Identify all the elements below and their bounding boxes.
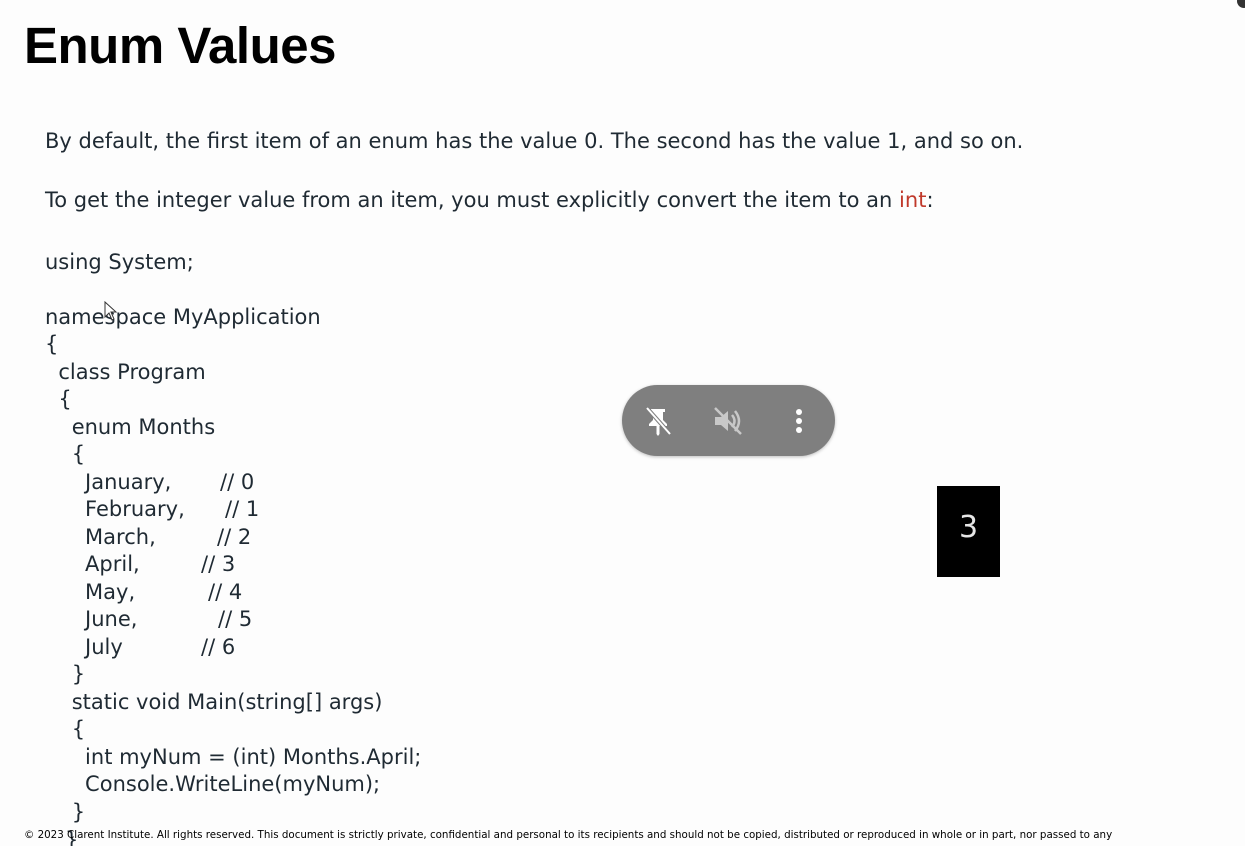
enum-member: February, — [45, 497, 185, 521]
code-line-main: static void Main(string[] args) — [45, 690, 383, 714]
enum-member-line: April, // 3 — [45, 551, 235, 578]
enum-member-line: February, // 1 — [45, 496, 259, 523]
code-line-class: class Program — [45, 360, 206, 384]
paragraph-text: To get the integer value from an item, y… — [45, 188, 900, 212]
enum-comment: // 6 — [201, 635, 236, 659]
unmute-button[interactable] — [710, 403, 746, 439]
enum-member-line: May, // 4 — [45, 579, 242, 606]
enum-member: April, — [45, 552, 140, 576]
code-line-brace: } — [45, 800, 86, 824]
mouse-cursor-icon — [104, 301, 118, 321]
enum-member: March, — [45, 525, 156, 549]
enum-member-line: June, // 5 — [45, 606, 252, 633]
output-value: 3 — [958, 510, 979, 545]
enum-member: January, — [45, 470, 172, 494]
enum-member: May, — [45, 580, 136, 604]
code-line-brace: } — [45, 662, 86, 686]
code-line-namespace: namespace MyApplication — [45, 305, 321, 329]
enum-comment: // 3 — [201, 552, 236, 576]
code-line-brace: { — [45, 717, 86, 741]
enum-member: July — [45, 635, 123, 659]
more-vertical-icon — [796, 409, 802, 433]
unpin-button[interactable] — [640, 403, 676, 439]
copyright-footer: © 2023 Clarent Institute. All rights res… — [24, 829, 1113, 841]
code-example: using System; namespace MyApplication { … — [45, 247, 605, 846]
enum-comment: // 4 — [208, 580, 243, 604]
unpin-icon — [645, 406, 672, 436]
enum-member: June, — [45, 607, 138, 631]
code-line-brace: { — [45, 332, 59, 356]
code-line-cast: int myNum = (int) Months.April; — [45, 745, 422, 769]
volume-muted-icon — [714, 407, 742, 435]
page-title: Enum Values — [24, 17, 336, 74]
corner-shape — [1237, 0, 1245, 8]
code-line-brace: { — [45, 387, 72, 411]
enum-comment: // 1 — [225, 497, 260, 521]
paragraph-convert-to-int: To get the integer value from an item, y… — [45, 188, 934, 212]
more-options-button[interactable] — [781, 403, 817, 439]
enum-member-line: July // 6 — [45, 634, 235, 661]
code-line-using: using System; — [45, 250, 194, 274]
enum-member-line: January, // 0 — [45, 469, 254, 496]
enum-comment: // 2 — [217, 525, 252, 549]
code-line-brace: { — [45, 442, 86, 466]
video-control-bar[interactable] — [622, 385, 835, 456]
paragraph-end: : — [926, 188, 934, 212]
code-line-enum: enum Months — [45, 415, 216, 439]
paragraph-default-values: By default, the first item of an enum ha… — [45, 129, 1024, 153]
enum-comment: // 0 — [220, 470, 255, 494]
int-keyword: int — [899, 188, 927, 212]
code-line-writeline: Console.WriteLine(myNum); — [45, 772, 381, 796]
slide: Enum Values By default, the first item o… — [0, 0, 1245, 846]
enum-comment: // 5 — [218, 607, 253, 631]
enum-member-line: March, // 2 — [45, 524, 251, 551]
console-output: 3 — [937, 486, 1000, 577]
